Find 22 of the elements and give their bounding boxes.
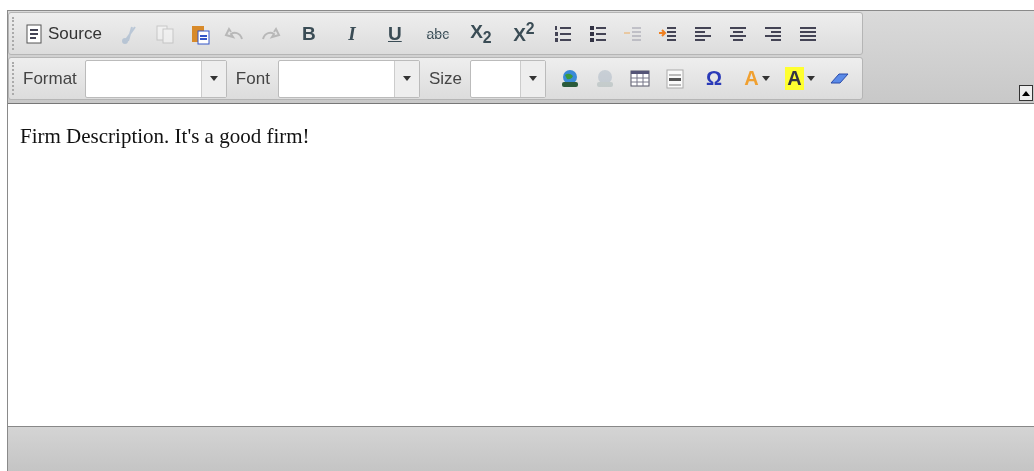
- bold-button[interactable]: B: [293, 18, 324, 49]
- combo-label: Size: [428, 68, 462, 89]
- table-icon: [628, 67, 651, 90]
- caret-icon: [761, 76, 770, 81]
- superscript-button[interactable]: X$^{2}$: [508, 18, 539, 49]
- copy-icon: [153, 22, 176, 45]
- caret-icon: [528, 76, 537, 81]
- italic-button[interactable]: I: [336, 18, 367, 49]
- combo-label: Font: [235, 68, 270, 89]
- underline-button[interactable]: U: [379, 18, 410, 49]
- source-button[interactable]: Source: [23, 18, 102, 49]
- subscript-button[interactable]: X$_{2}$: [465, 18, 496, 49]
- caret-icon: [402, 76, 411, 81]
- special-character-button[interactable]: Ω: [698, 63, 729, 94]
- caret-icon: [806, 76, 815, 81]
- document-icon: [23, 22, 45, 45]
- caret-icon: [209, 76, 218, 81]
- highlight-color-button[interactable]: A: [784, 63, 815, 94]
- editor-text: Firm Description. It's a good firm!: [20, 124, 310, 148]
- combo-label: Format: [23, 68, 77, 89]
- caret-icon: [1022, 90, 1030, 96]
- collapse-toolbar-button[interactable]: [1019, 85, 1033, 101]
